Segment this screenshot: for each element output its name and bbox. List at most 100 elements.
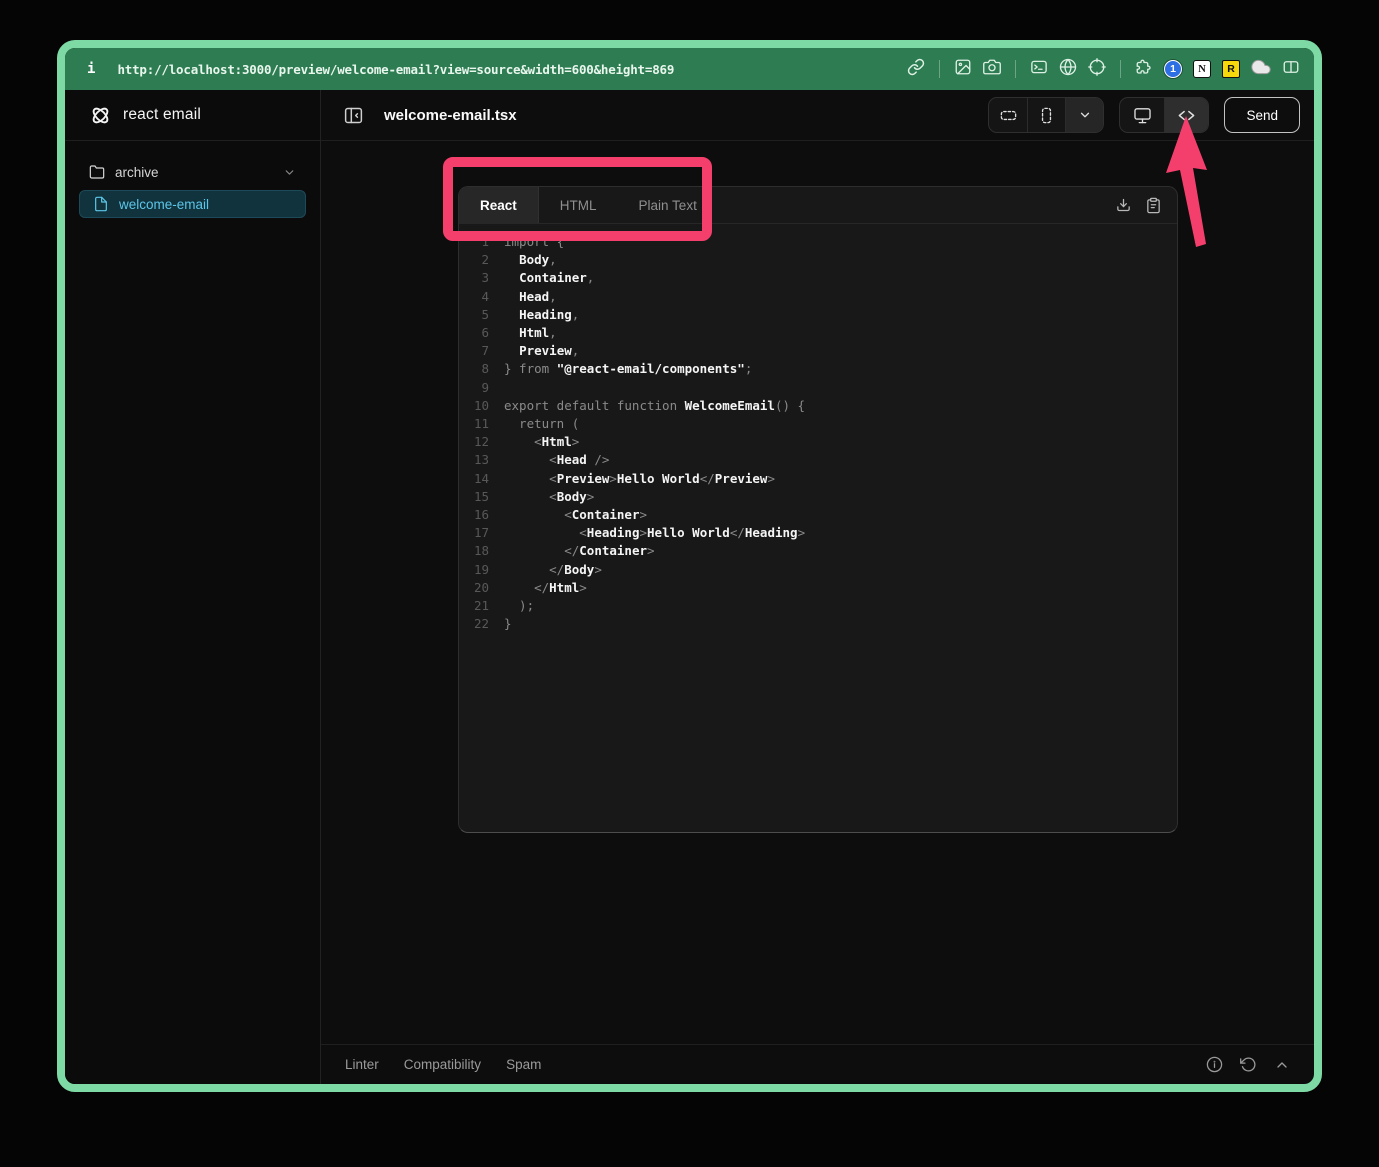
bottom-bar-icons: [1206, 1056, 1290, 1073]
main-header: welcome-email.tsx Send: [321, 90, 1314, 141]
sidebar-collapse-icon[interactable]: [343, 105, 364, 126]
link-icon[interactable]: [907, 58, 925, 81]
bottom-tab-linter[interactable]: Linter: [345, 1057, 379, 1072]
line-content: } from "@react-email/components";: [489, 360, 752, 378]
code-line: 9: [459, 379, 1177, 397]
code-panel-tabs: ReactHTMLPlain Text: [459, 187, 1177, 224]
notion-icon[interactable]: N: [1193, 60, 1211, 78]
code-line: 1import {: [459, 233, 1177, 251]
code-line: 13 <Head />: [459, 451, 1177, 469]
cloud-icon[interactable]: [1251, 57, 1271, 82]
send-button[interactable]: Send: [1224, 97, 1300, 133]
toolbar-divider: [939, 60, 940, 78]
line-content: Heading,: [489, 306, 579, 324]
line-number: 19: [459, 561, 489, 579]
camera-icon[interactable]: [983, 58, 1001, 81]
tab-react[interactable]: React: [459, 187, 539, 223]
chevron-up-icon[interactable]: [1274, 1057, 1290, 1073]
sidebar: react email archive welcome-email: [65, 90, 321, 1084]
line-number: 14: [459, 470, 489, 488]
app-logo-text: react email: [123, 106, 201, 124]
chevron-down-icon: [1078, 108, 1092, 122]
viewport-dropdown-button[interactable]: [1065, 98, 1103, 132]
terminal-icon[interactable]: [1030, 58, 1048, 81]
bottom-tab-spam[interactable]: Spam: [506, 1057, 541, 1072]
monitor-icon: [1133, 106, 1152, 125]
sidebar-item-welcome-email[interactable]: welcome-email: [79, 190, 306, 218]
info-icon: i: [87, 61, 95, 77]
code-line: 20 </Html>: [459, 579, 1177, 597]
viewport-landscape-button[interactable]: [989, 98, 1027, 132]
code-line: 22}: [459, 615, 1177, 633]
code-line: 10export default function WelcomeEmail()…: [459, 397, 1177, 415]
browser-topbar: i http://localhost:3000/preview/welcome-…: [65, 48, 1314, 90]
r-extension-icon[interactable]: R: [1222, 60, 1240, 78]
line-content: </Container>: [489, 542, 655, 560]
line-content: );: [489, 597, 534, 615]
line-content: [489, 379, 504, 397]
crosshair-icon[interactable]: [1088, 58, 1106, 81]
line-content: <Preview>Hello World</Preview>: [489, 470, 775, 488]
app-logo[interactable]: react email: [65, 90, 320, 141]
line-number: 4: [459, 288, 489, 306]
code-panel: ReactHTMLPlain Text 1import {2 Body,3 Co…: [458, 186, 1178, 833]
code-line: 5 Heading,: [459, 306, 1177, 324]
react-email-logo-icon: [89, 104, 112, 127]
code-line: 2 Body,: [459, 251, 1177, 269]
toolbar-divider: [1120, 60, 1121, 78]
viewport-size-control: [988, 97, 1104, 133]
line-number: 21: [459, 597, 489, 615]
file-icon: [93, 196, 109, 212]
main-area: welcome-email.tsx Send: [321, 90, 1314, 1084]
code-line: 8} from "@react-email/components";: [459, 360, 1177, 378]
line-content: <Heading>Hello World</Heading>: [489, 524, 805, 542]
sidebar-item-archive[interactable]: archive: [79, 158, 306, 186]
address-bar[interactable]: http://localhost:3000/preview/welcome-em…: [117, 62, 674, 77]
code-line: 15 <Body>: [459, 488, 1177, 506]
tab-plain-text[interactable]: Plain Text: [618, 187, 718, 223]
line-number: 8: [459, 360, 489, 378]
bottom-bar-tabs: Linter Compatibility Spam: [345, 1057, 541, 1072]
puzzle-icon[interactable]: [1135, 58, 1153, 81]
view-mode-toggle: [1119, 97, 1209, 133]
line-content: Preview,: [489, 342, 579, 360]
refresh-icon[interactable]: [1240, 1056, 1257, 1073]
line-number: 15: [459, 488, 489, 506]
code-line: 21 );: [459, 597, 1177, 615]
bottom-tab-compatibility[interactable]: Compatibility: [404, 1057, 481, 1072]
download-icon[interactable]: [1115, 197, 1132, 214]
line-content: </Html>: [489, 579, 587, 597]
sidebar-item-label: welcome-email: [119, 197, 209, 212]
line-content: return (: [489, 415, 579, 433]
line-content: <Body>: [489, 488, 594, 506]
tab-html[interactable]: HTML: [539, 187, 618, 223]
line-content: }: [489, 615, 512, 633]
desktop-view-button[interactable]: [1120, 98, 1164, 132]
line-content: </Body>: [489, 561, 602, 579]
onepassword-icon[interactable]: 1: [1164, 60, 1182, 78]
bottom-bar: Linter Compatibility Spam: [321, 1044, 1314, 1084]
page: i http://localhost:3000/preview/welcome-…: [0, 0, 1379, 1167]
code-panel-actions: [1115, 187, 1177, 223]
line-number: 9: [459, 379, 489, 397]
line-content: Head,: [489, 288, 557, 306]
line-content: <Container>: [489, 506, 647, 524]
split-view-icon[interactable]: [1282, 58, 1300, 81]
code-line: 7 Preview,: [459, 342, 1177, 360]
line-number: 17: [459, 524, 489, 542]
line-number: 16: [459, 506, 489, 524]
code-line: 4 Head,: [459, 288, 1177, 306]
globe-icon[interactable]: [1059, 58, 1077, 81]
viewport-portrait-button[interactable]: [1027, 98, 1065, 132]
line-number: 12: [459, 433, 489, 451]
header-controls: Send: [988, 97, 1300, 133]
line-content: import {: [489, 233, 564, 251]
line-number: 6: [459, 324, 489, 342]
copy-icon[interactable]: [1145, 197, 1162, 214]
image-icon[interactable]: [954, 58, 972, 81]
info-circle-icon[interactable]: [1206, 1056, 1223, 1073]
line-number: 1: [459, 233, 489, 251]
source-view-button[interactable]: [1164, 98, 1208, 132]
line-number: 7: [459, 342, 489, 360]
main-content: ReactHTMLPlain Text 1import {2 Body,3 Co…: [321, 141, 1314, 1044]
